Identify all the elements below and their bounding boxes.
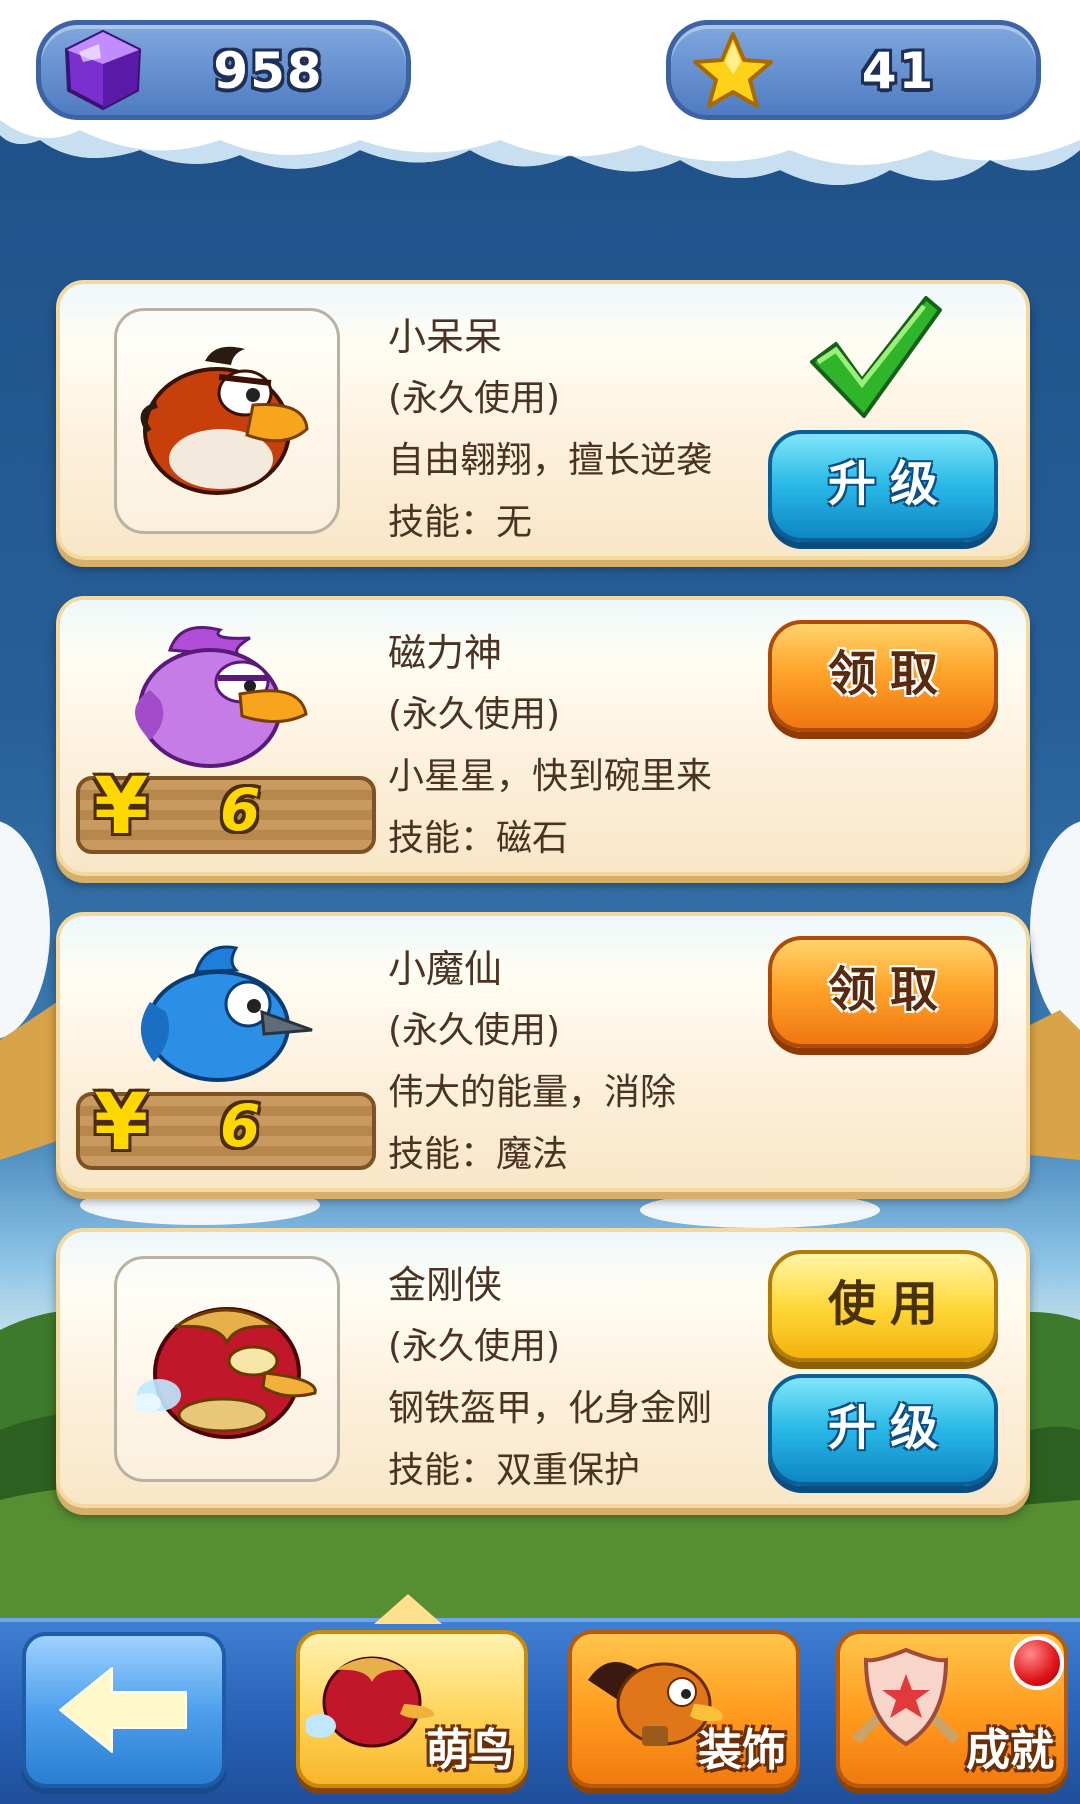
character-duration: (永久使用): [388, 1010, 561, 1051]
character-card-xiaomoxian: ¥ 6 小魔仙 (永久使用) 伟大的能量，消除 技能：魔法 领取: [56, 912, 1030, 1192]
back-button[interactable]: [22, 1632, 226, 1788]
character-duration: (永久使用): [388, 378, 561, 419]
tab-label: 装饰: [698, 1725, 786, 1776]
gem-count: 958: [213, 42, 324, 100]
price-amount: 6: [220, 776, 261, 844]
back-arrow-icon: [59, 1667, 187, 1753]
tab-decorations[interactable]: 装饰: [568, 1630, 800, 1788]
tab-label: 萌鸟: [426, 1725, 514, 1776]
character-info: 磁力神 (永久使用) 小星星，快到碗里来 技能：磁石: [388, 622, 778, 870]
checkmark-icon: [810, 296, 942, 418]
character-card-jingangxia: 金刚侠 (永久使用) 钢铁盔甲，化身金刚 技能：双重保护 使用 升级: [56, 1228, 1030, 1508]
character-name: 小魔仙: [388, 947, 503, 991]
character-description: 伟大的能量，消除: [388, 1072, 677, 1113]
upgrade-button[interactable]: 升级: [768, 1374, 998, 1486]
character-card-xiaodaidai: 小呆呆 (永久使用) 自由翱翔，擅长逆袭 技能：无 升级: [56, 280, 1030, 560]
character-description: 自由翱翔，擅长逆袭: [388, 440, 713, 481]
tab-birds[interactable]: 萌鸟: [296, 1630, 528, 1788]
character-info: 小魔仙 (永久使用) 伟大的能量，消除 技能：魔法: [388, 938, 778, 1186]
character-info: 金刚侠 (永久使用) 钢铁盔甲，化身金刚 技能：双重保护: [388, 1254, 778, 1502]
claim-button[interactable]: 领取: [768, 620, 998, 732]
purple-bird-icon: [135, 626, 308, 768]
tab-label: 成就: [966, 1725, 1054, 1776]
character-portrait-frame: [114, 1256, 340, 1482]
price-tag: ¥ 6: [76, 1078, 376, 1170]
character-name: 金刚侠: [388, 1263, 503, 1307]
currency-symbol: ¥: [94, 1078, 149, 1168]
background-scenery: [0, 821, 1080, 1620]
gem-icon: [64, 29, 142, 111]
notification-dot: [1010, 1636, 1064, 1690]
upgrade-button[interactable]: 升级: [768, 430, 998, 542]
star-count: 41: [861, 42, 936, 100]
star-icon: [693, 32, 773, 108]
character-duration: (永久使用): [388, 1326, 561, 1367]
currency-symbol: ¥: [94, 762, 149, 852]
character-description: 钢铁盔甲，化身金刚: [388, 1388, 713, 1429]
armored-bird-icon: [135, 1307, 317, 1439]
character-skill: 技能：双重保护: [388, 1450, 641, 1491]
price-amount: 6: [220, 1092, 261, 1160]
claim-button[interactable]: 领取: [768, 936, 998, 1048]
achievement-shield-icon: [852, 1647, 960, 1747]
character-skill: 技能：魔法: [388, 1134, 569, 1175]
armored-bird-icon: [306, 1656, 435, 1748]
gem-counter: 958: [36, 20, 411, 120]
active-tab-pointer: [374, 1594, 442, 1624]
price-tag: ¥ 6: [76, 762, 376, 854]
character-card-cilishen: ¥ 6 磁力神 (永久使用) 小星星，快到碗里来 技能：磁石 领取: [56, 596, 1030, 876]
red-bird-icon: [140, 346, 309, 495]
star-counter: 41: [666, 20, 1041, 120]
character-duration: (永久使用): [388, 694, 561, 735]
character-portrait-frame: [114, 308, 340, 534]
use-button[interactable]: 使用: [768, 1250, 998, 1362]
character-name: 小呆呆: [388, 315, 503, 359]
character-skill: 技能：无: [388, 502, 533, 543]
character-name: 磁力神: [388, 631, 503, 675]
character-skill: 技能：磁石: [388, 818, 569, 859]
blue-bird-icon: [140, 945, 313, 1082]
character-description: 小星星，快到碗里来: [388, 756, 713, 797]
character-info: 小呆呆 (永久使用) 自由翱翔，擅长逆袭 技能：无: [388, 306, 778, 554]
